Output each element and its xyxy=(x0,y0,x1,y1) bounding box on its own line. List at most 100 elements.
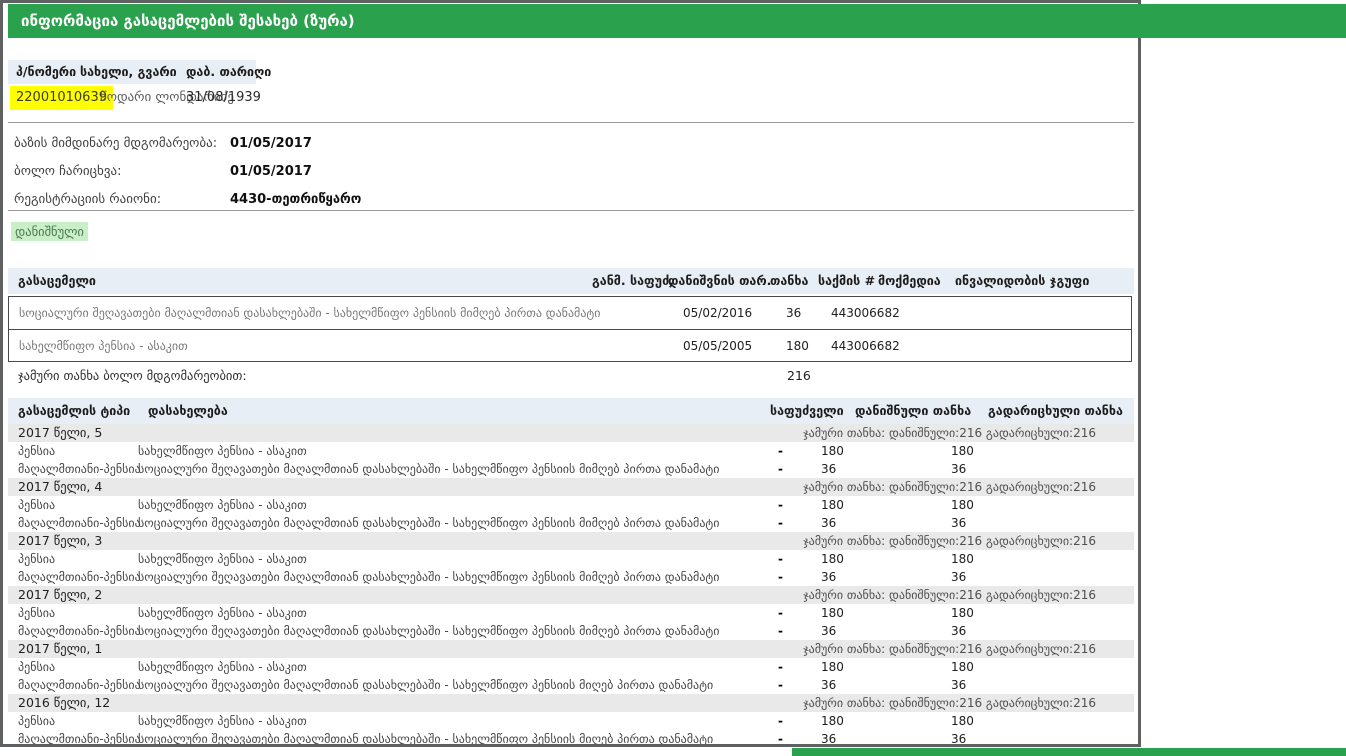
payment-assigned: 180 xyxy=(783,658,913,676)
payment-basis: - xyxy=(713,622,783,640)
payment-assigned: 180 xyxy=(783,496,913,514)
benefit-case-number: 443006682 xyxy=(831,297,900,329)
payment-basis: - xyxy=(713,604,783,622)
benefit-date: 05/05/2005 xyxy=(683,330,752,362)
benefit-case-number: 443006682 xyxy=(831,330,900,362)
benefits-table-header: გასაცემელი განმ. საფუძ. დანიშვნის თარ. თ… xyxy=(8,268,1134,294)
payments-table-header: გასაცემლის ტიპი დასახელება საფუძველი დან… xyxy=(8,398,1134,424)
payment-name: სახელმწიფო პენსია - ასაკით xyxy=(138,712,713,730)
payment-type: პენსია xyxy=(8,712,138,730)
group-period: 2017 წელი, 3 xyxy=(18,532,102,550)
col-birth-date: დაბ. თარიღი xyxy=(186,60,271,84)
info-label: ბაზის მიმდინარე მდგომარეობა: xyxy=(14,130,217,158)
payment-transferred: 180 xyxy=(913,658,1134,676)
table-row: მაღალმთიანი-პენსიასოციალური შეღავათები მ… xyxy=(8,460,1134,478)
payment-group-row: 2017 წელი, 2ჯამური თანხა: დანიშნული:216 … xyxy=(8,586,1134,604)
col-transferred-amount: გადარიცხული თანხა xyxy=(988,398,1123,424)
info-label: ბოლო ჩარიცხვა: xyxy=(14,158,121,186)
payment-name: სოციალური შეღავათები მაღალმთიან დასახლებ… xyxy=(138,622,713,640)
table-row: მაღალმთიანი-პენსიასოციალური შეღავათები მ… xyxy=(8,514,1134,532)
benefit-name: სოციალური შეღავათები მაღალმთიან დასახლებ… xyxy=(19,297,600,329)
col-basis: საფუძველი xyxy=(770,398,844,424)
status-badge-assigned: დანიშნული xyxy=(11,222,88,241)
payment-transferred: 180 xyxy=(913,604,1134,622)
group-period: 2017 წელი, 2 xyxy=(18,586,102,604)
payment-type: მაღალმთიანი-პენსია xyxy=(8,460,138,478)
payment-transferred: 36 xyxy=(913,460,1134,478)
payment-type: მაღალმთიანი-პენსია xyxy=(8,730,138,748)
col-amount: თანხა xyxy=(770,268,808,294)
col-name-surname: სახელი, გვარი xyxy=(80,60,177,84)
col-appl-basis: განმ. საფუძ. xyxy=(592,268,674,294)
group-summary: ჯამური თანხა: დანიშნული:216 გადარიცხული:… xyxy=(803,478,1096,496)
benefit-name: სახელმწიფო პენსია - ასაკით xyxy=(19,330,188,362)
payment-transferred: 36 xyxy=(913,568,1134,586)
benefits-rows: სოციალური შეღავათები მაღალმთიან დასახლებ… xyxy=(8,296,1132,362)
table-row: პენსიასახელმწიფო პენსია - ასაკით-180180 xyxy=(8,496,1134,514)
payment-basis: - xyxy=(713,676,783,694)
payment-transferred: 36 xyxy=(913,514,1134,532)
col-title: დასახელება xyxy=(148,398,228,424)
payment-type: მაღალმთიანი-პენსია xyxy=(8,622,138,640)
group-summary: ჯამური თანხა: დანიშნული:216 გადარიცხული:… xyxy=(803,532,1096,550)
window-titlebar[interactable]: ინფორმაცია გასაცემლების შესახებ (ზურა) xyxy=(8,4,1346,38)
person-table-header: პ/ნომერი სახელი, გვარი დაბ. თარიღი xyxy=(8,60,256,84)
group-period: 2016 წელი, 12 xyxy=(18,694,110,712)
col-assignment-date: დანიშვნის თარ. xyxy=(668,268,771,294)
payment-assigned: 180 xyxy=(783,442,913,460)
app-screen: ინფორმაცია გასაცემლების შესახებ (ზურა) პ… xyxy=(0,0,1346,756)
payment-type: პენსია xyxy=(8,658,138,676)
payment-transferred: 36 xyxy=(913,676,1134,694)
payment-type: მაღალმთიანი-პენსია xyxy=(8,514,138,532)
payment-name: სოციალური შეღავათები მაღალმთიან დასახლებ… xyxy=(138,676,713,694)
group-period: 2017 წელი, 1 xyxy=(18,640,102,658)
table-row: მაღალმთიანი-პენსიასოციალური შეღავათები მ… xyxy=(8,676,1134,694)
payment-name: სოციალური შეღავათები მაღალმთიან დასახლებ… xyxy=(138,730,713,748)
payment-type: პენსია xyxy=(8,550,138,568)
payment-assigned: 36 xyxy=(783,622,913,640)
payment-type: პენსია xyxy=(8,604,138,622)
payment-basis: - xyxy=(713,550,783,568)
payment-basis: - xyxy=(713,514,783,532)
payment-type: პენსია xyxy=(8,496,138,514)
table-row: სახელმწიფო პენსია - ასაკით 05/05/2005 180 4… xyxy=(9,329,1131,361)
benefit-amount: 36 xyxy=(786,297,801,329)
benefit-amount: 180 xyxy=(786,330,809,362)
payment-name: სახელმწიფო პენსია - ასაკით xyxy=(138,658,713,676)
col-active: მოქმედია xyxy=(878,268,941,294)
group-summary: ჯამური თანხა: დანიშნული:216 გადარიცხული:… xyxy=(803,424,1096,442)
payment-name: სახელმწიფო პენსია - ასაკით xyxy=(138,442,713,460)
payment-assigned: 180 xyxy=(783,550,913,568)
payment-group-row: 2017 წელი, 3 ჯამური თანხა: დანიშნული:216 … xyxy=(8,532,1134,550)
divider xyxy=(8,210,1134,211)
payment-transferred: 180 xyxy=(913,550,1134,568)
payment-name: სოციალური შეღავათები მაღალმთიან დასახლებ… xyxy=(138,514,713,532)
payment-basis: - xyxy=(713,568,783,586)
payment-type: მაღალმთიანი-პენსია xyxy=(8,568,138,586)
payment-type: პენსია xyxy=(8,442,138,460)
person-birth-date: 31/08/1939 xyxy=(186,86,261,110)
payment-basis: - xyxy=(713,460,783,478)
payment-assigned: 36 xyxy=(783,730,913,748)
payment-group-row: 2017 წელი, 5 ჯამური თანხა: დანიშნული:216 … xyxy=(8,424,1134,442)
group-period: 2017 წელი, 5 xyxy=(18,424,102,442)
payment-assigned: 36 xyxy=(783,568,913,586)
col-case-number: საქმის # xyxy=(818,268,875,294)
background-window-bar xyxy=(792,748,1346,756)
col-assigned-amount: დანიშნული თანხა xyxy=(855,398,971,424)
total-label: ჯამური თანხა ბოლო მდგომარეობით: xyxy=(18,364,247,388)
payment-transferred: 36 xyxy=(913,730,1134,748)
divider xyxy=(8,122,1134,123)
table-row: პენსიასახელმწიფო პენსია - ასაკით-180180 xyxy=(8,658,1134,676)
payment-group-row: 2017 წელი, 4ჯამური თანხა: დანიშნული:216 … xyxy=(8,478,1134,496)
payment-basis: - xyxy=(713,712,783,730)
person-row: 22001010639 წოდარი ლონდარიძე 31/08/1939 xyxy=(8,86,608,110)
benefit-date: 05/02/2016 xyxy=(683,297,752,329)
info-value: 01/05/2017 xyxy=(230,130,312,158)
col-disability-group: ინვალიდობის ჯგუფი xyxy=(955,268,1089,294)
payment-assigned: 36 xyxy=(783,514,913,532)
payment-basis: - xyxy=(713,496,783,514)
payment-assigned: 180 xyxy=(783,604,913,622)
payment-transferred: 180 xyxy=(913,712,1134,730)
payment-name: სოციალური შეღავათები მაღალმთიან დასახლებ… xyxy=(138,460,713,478)
